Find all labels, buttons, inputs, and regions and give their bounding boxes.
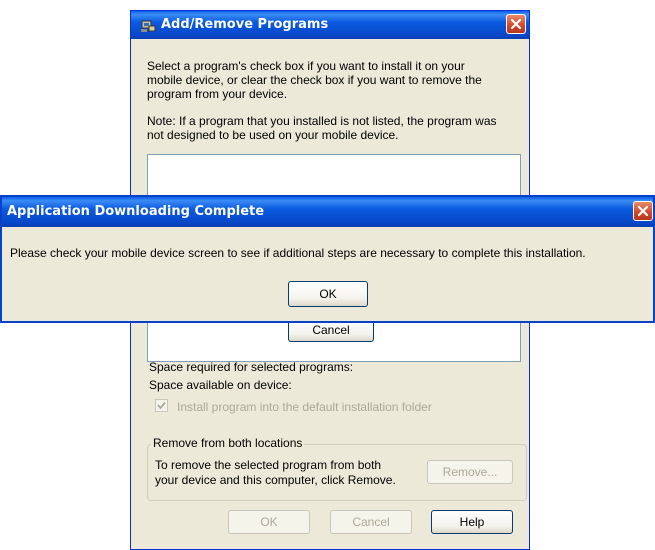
programs-icon [140,17,156,37]
close-icon [637,205,649,217]
note-line-1: Note: If a program that you installed is… [147,114,497,128]
install-default-folder-checkbox[interactable] [155,399,168,412]
checkmark-icon [157,401,166,410]
instructions-line-1: Select a program's check box if you want… [147,59,465,73]
remove-text-line-2: your device and this computer, click Rem… [155,473,396,487]
close-button[interactable] [506,14,526,34]
window-title: Add/Remove Programs [161,17,329,32]
space-required-label: Space required for selected programs: [149,360,354,374]
help-button[interactable]: Help [431,510,513,534]
close-icon [510,18,522,30]
add-remove-programs-titlebar[interactable]: Add/Remove Programs [131,11,529,39]
dialog-title: Application Downloading Complete [7,204,265,219]
remove-group-legend: Remove from both locations [151,436,305,450]
dialog-message: Please check your mobile device screen t… [10,246,586,260]
remove-button[interactable]: Remove... [427,460,513,484]
install-default-folder-label: Install program into the default install… [177,400,432,414]
remove-text-line-1: To remove the selected program from both [155,458,382,472]
ok-button[interactable]: OK [228,510,310,534]
download-complete-titlebar[interactable]: Application Downloading Complete [2,197,653,227]
note-line-2: not designed to be used on your mobile d… [147,128,399,142]
instructions-line-3: program from your device. [147,87,288,101]
cancel-button-bottom[interactable]: Cancel [330,510,412,534]
dialog-ok-button[interactable]: OK [288,281,368,307]
download-complete-dialog: Application Downloading Complete Please … [0,195,655,323]
space-available-label: Space available on device: [149,378,292,392]
dialog-close-button[interactable] [633,201,653,221]
instructions-line-2: mobile device, or clear the check box if… [147,73,482,87]
